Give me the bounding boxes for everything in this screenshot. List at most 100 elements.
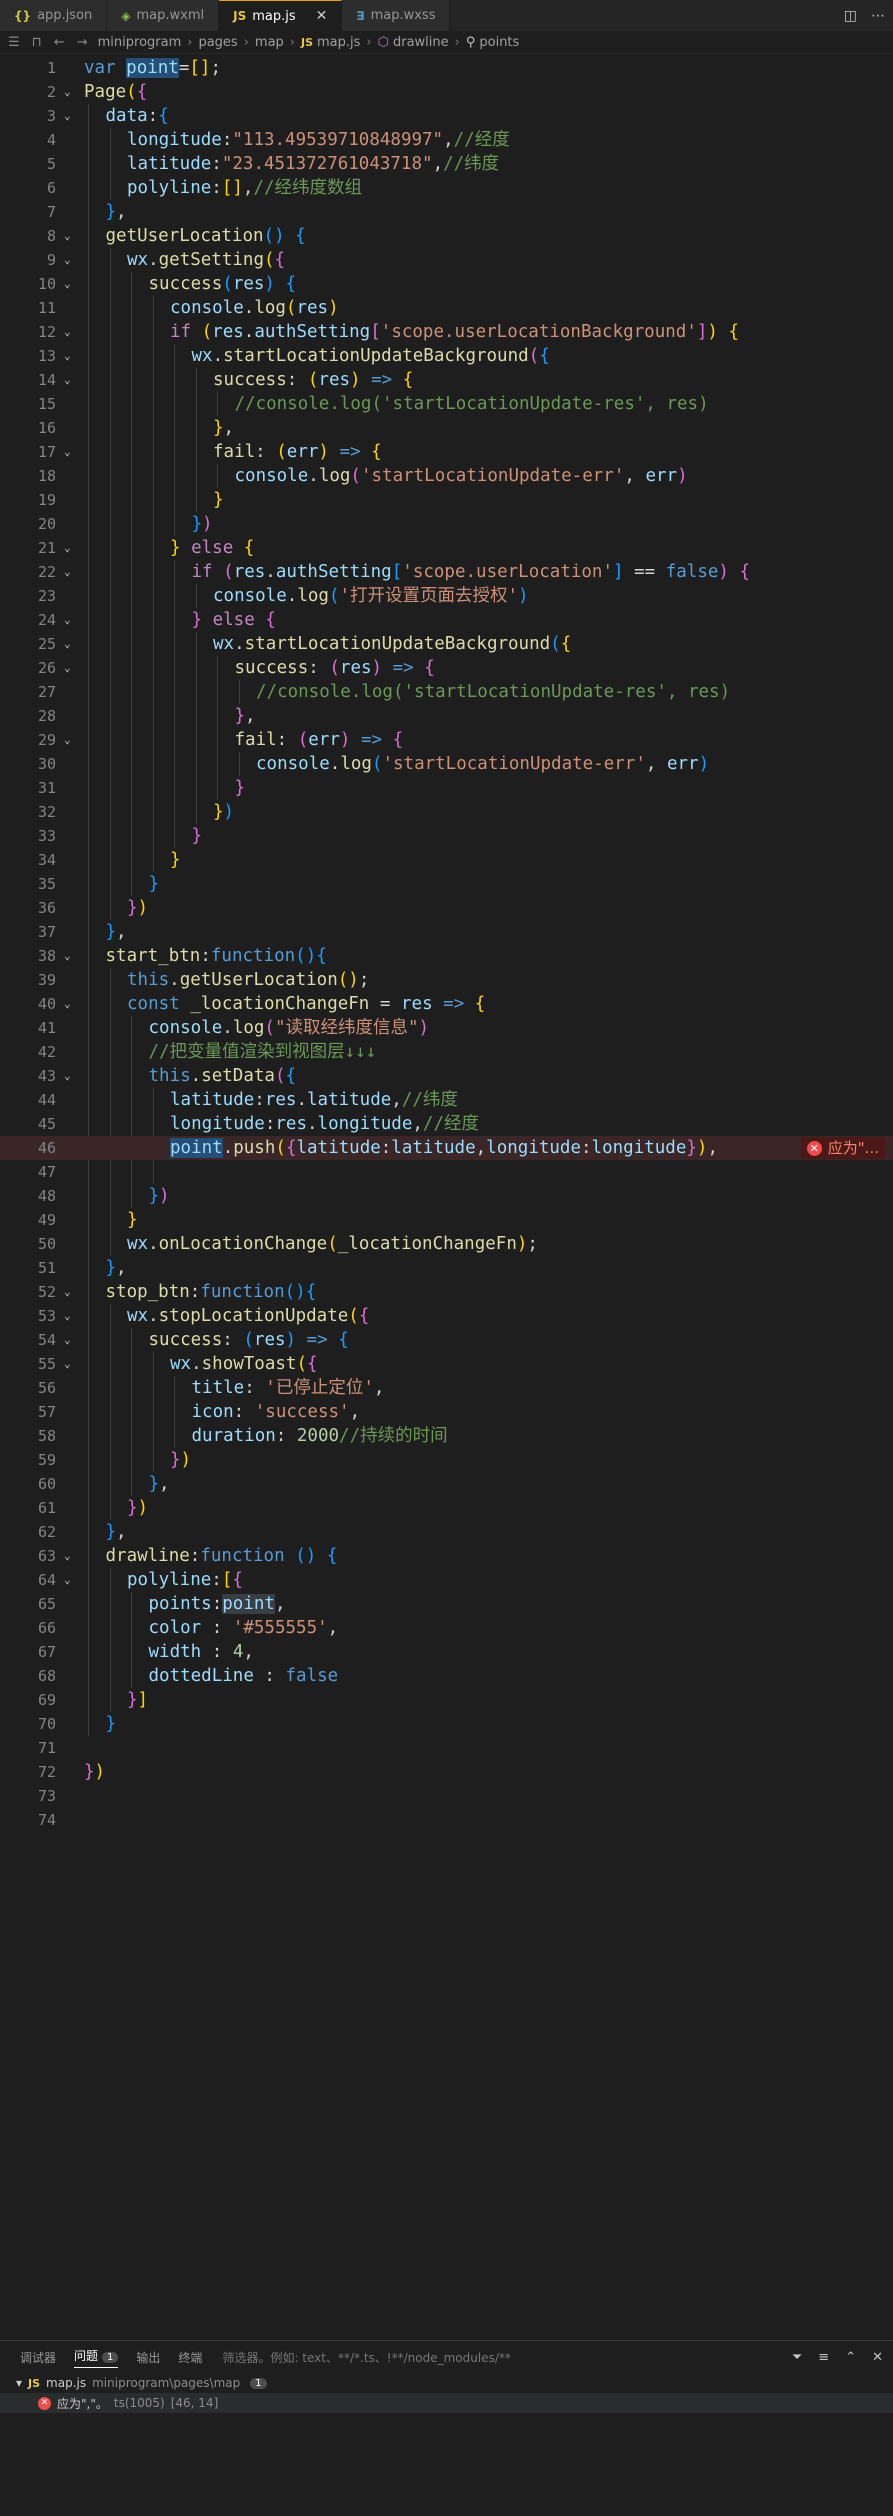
fold-chevron-icon[interactable]: ⌄ <box>64 80 76 104</box>
code-line[interactable]: 5 latitude:"23.451372761043718",//纬度 <box>0 152 893 176</box>
tab-output[interactable]: 输出 <box>136 2349 160 2366</box>
code-line[interactable]: 1 var point=[]; <box>0 56 893 80</box>
code-line[interactable]: 64 ⌄ polyline:[{ <box>0 1568 893 1592</box>
problem-file-row[interactable]: ▾ JS map.js miniprogram\pages\map 1 <box>0 2373 893 2393</box>
tab-map-wxml[interactable]: ◈ map.wxml <box>107 0 220 31</box>
code-line[interactable]: 51}, <box>0 1256 893 1280</box>
code-line[interactable]: 21 ⌄} else { <box>0 536 893 560</box>
code-line[interactable]: 42 //把变量值渲染到视图层↓↓↓ <box>0 1040 893 1064</box>
code-line[interactable]: 58 duration: 2000//持续的时间 <box>0 1424 893 1448</box>
code-line[interactable]: 13 ⌄ wx.startLocationUpdateBackground({ <box>0 344 893 368</box>
fold-chevron-icon[interactable]: ⌄ <box>64 536 76 560</box>
code-line[interactable]: 34} <box>0 848 893 872</box>
split-editor-icon[interactable]: ◫ <box>844 8 857 24</box>
breadcrumb-item[interactable]: JS map.js <box>301 35 360 50</box>
fold-chevron-icon[interactable]: ⌄ <box>64 1304 76 1328</box>
code-line[interactable]: 16}, <box>0 416 893 440</box>
code-line[interactable]: 33} <box>0 824 893 848</box>
code-line[interactable]: 36}) <box>0 896 893 920</box>
code-line[interactable]: 47 <box>0 1160 893 1184</box>
code-line[interactable]: 65 points:point, <box>0 1592 893 1616</box>
code-line[interactable]: 62}, <box>0 1520 893 1544</box>
code-line[interactable]: 59}) <box>0 1448 893 1472</box>
inline-error-badge[interactable]: ✕ 应为"... <box>800 1137 885 1159</box>
code-line[interactable]: 31} <box>0 776 893 800</box>
tab-problems[interactable]: 问题 1 <box>74 2347 119 2368</box>
code-line[interactable]: 68 dottedLine : false <box>0 1664 893 1688</box>
code-line[interactable]: 29 ⌄ fail: (err) => { <box>0 728 893 752</box>
code-line[interactable]: 26 ⌄ success: (res) => { <box>0 656 893 680</box>
code-line[interactable]: 54 ⌄ success: (res) => { <box>0 1328 893 1352</box>
fold-chevron-icon[interactable]: ⌄ <box>64 224 76 248</box>
fold-chevron-icon[interactable]: ⌄ <box>64 104 76 128</box>
fold-chevron-icon[interactable]: ⌄ <box>64 272 76 296</box>
code-line[interactable]: 63 ⌄ drawline:function () { <box>0 1544 893 1568</box>
code-line[interactable]: 30 console.log('startLocationUpdate-err',… <box>0 752 893 776</box>
code-line[interactable]: 48}) <box>0 1184 893 1208</box>
code-line[interactable]: 46 point.push({latitude:latitude,longitud… <box>0 1136 893 1160</box>
tab-app-json[interactable]: {} app.json <box>0 0 108 31</box>
fold-chevron-icon[interactable]: ⌄ <box>64 320 76 344</box>
code-line[interactable]: 3 ⌄ data:{ <box>0 104 893 128</box>
fold-chevron-icon[interactable]: ⌄ <box>64 368 76 392</box>
tab-terminal[interactable]: 终端 <box>178 2349 202 2366</box>
code-line[interactable]: 12 ⌄ if (res.authSetting['scope.userLocati… <box>0 320 893 344</box>
maximize-icon[interactable]: ⌃ <box>845 2350 856 2365</box>
more-actions-icon[interactable]: ⋯ <box>871 8 885 24</box>
fold-chevron-icon[interactable]: ⌄ <box>64 560 76 584</box>
code-line[interactable]: 72}) <box>0 1760 893 1784</box>
code-line[interactable]: 43 ⌄ this.setData({ <box>0 1064 893 1088</box>
breadcrumb-item[interactable]: map <box>255 35 284 50</box>
list-icon[interactable]: ☰ <box>8 35 20 50</box>
code-line[interactable]: 39 this.getUserLocation(); <box>0 968 893 992</box>
code-line[interactable]: 6 polyline:[],//经纬度数组 <box>0 176 893 200</box>
code-line[interactable]: 53 ⌄ wx.stopLocationUpdate({ <box>0 1304 893 1328</box>
code-line[interactable]: 49} <box>0 1208 893 1232</box>
fold-chevron-icon[interactable]: ⌄ <box>64 440 76 464</box>
code-line[interactable]: 71 <box>0 1736 893 1760</box>
problem-item[interactable]: ✕ 应为","。 ts(1005) [46, 14] <box>0 2393 893 2413</box>
code-line[interactable]: 23 console.log('打开设置页面去授权') <box>0 584 893 608</box>
code-line[interactable]: 50 wx.onLocationChange(_locationChangeFn)… <box>0 1232 893 1256</box>
code-editor[interactable]: 1 var point=[]; 2 ⌄ Page({3 ⌄ data:{4 longitude… <box>0 56 893 2336</box>
code-line[interactable]: 73 <box>0 1784 893 1808</box>
code-line[interactable]: 38 ⌄ start_btn:function(){ <box>0 944 893 968</box>
code-line[interactable]: 27 //console.log('startLocationUpdate-res… <box>0 680 893 704</box>
close-icon[interactable]: ✕ <box>316 8 328 24</box>
code-line[interactable]: 40 ⌄ const _locationChangeFn = res => { <box>0 992 893 1016</box>
code-line[interactable]: 67 width : 4, <box>0 1640 893 1664</box>
code-line[interactable]: 2 ⌄ Page({ <box>0 80 893 104</box>
back-arrow-icon[interactable]: ← <box>54 35 65 50</box>
code-line[interactable]: 28}, <box>0 704 893 728</box>
code-line[interactable]: 4 longitude:"113.49539710848997",//经度 <box>0 128 893 152</box>
code-line[interactable]: 20}) <box>0 512 893 536</box>
code-line[interactable]: 66 color : '#555555', <box>0 1616 893 1640</box>
fold-chevron-icon[interactable]: ⌄ <box>64 1352 76 1376</box>
forward-arrow-icon[interactable]: → <box>77 35 88 50</box>
code-line[interactable]: 17 ⌄ fail: (err) => { <box>0 440 893 464</box>
tab-map-js[interactable]: JS map.js ✕ <box>219 0 343 31</box>
fold-chevron-icon[interactable]: ⌄ <box>64 1544 76 1568</box>
code-line[interactable]: 44 latitude:res.latitude,//纬度 <box>0 1088 893 1112</box>
close-icon[interactable]: ✕ <box>872 2350 883 2365</box>
code-line[interactable]: 55 ⌄ wx.showToast({ <box>0 1352 893 1376</box>
fold-chevron-icon[interactable]: ⌄ <box>64 1064 76 1088</box>
code-line[interactable]: 8 ⌄ getUserLocation() { <box>0 224 893 248</box>
code-line[interactable]: 70} <box>0 1712 893 1736</box>
code-line[interactable]: 14 ⌄ success: (res) => { <box>0 368 893 392</box>
fold-chevron-icon[interactable]: ⌄ <box>64 1328 76 1352</box>
code-line[interactable]: 11 console.log(res) <box>0 296 893 320</box>
fold-chevron-icon[interactable]: ⌄ <box>64 728 76 752</box>
code-line[interactable]: 74 <box>0 1808 893 1832</box>
code-line[interactable]: 15 //console.log('startLocationUpdate-res… <box>0 392 893 416</box>
code-line[interactable]: 61}) <box>0 1496 893 1520</box>
code-line[interactable]: 41 console.log("读取经纬度信息") <box>0 1016 893 1040</box>
code-line[interactable]: 35} <box>0 872 893 896</box>
code-line[interactable]: 45 longitude:res.longitude,//经度 <box>0 1112 893 1136</box>
code-line[interactable]: 19} <box>0 488 893 512</box>
tab-debugger[interactable]: 调试器 <box>20 2349 56 2366</box>
code-line[interactable]: 9 ⌄ wx.getSetting({ <box>0 248 893 272</box>
code-line[interactable]: 22 ⌄ if (res.authSetting['scope.userLocati… <box>0 560 893 584</box>
fold-chevron-icon[interactable]: ⌄ <box>64 344 76 368</box>
code-line[interactable]: 52 ⌄ stop_btn:function(){ <box>0 1280 893 1304</box>
